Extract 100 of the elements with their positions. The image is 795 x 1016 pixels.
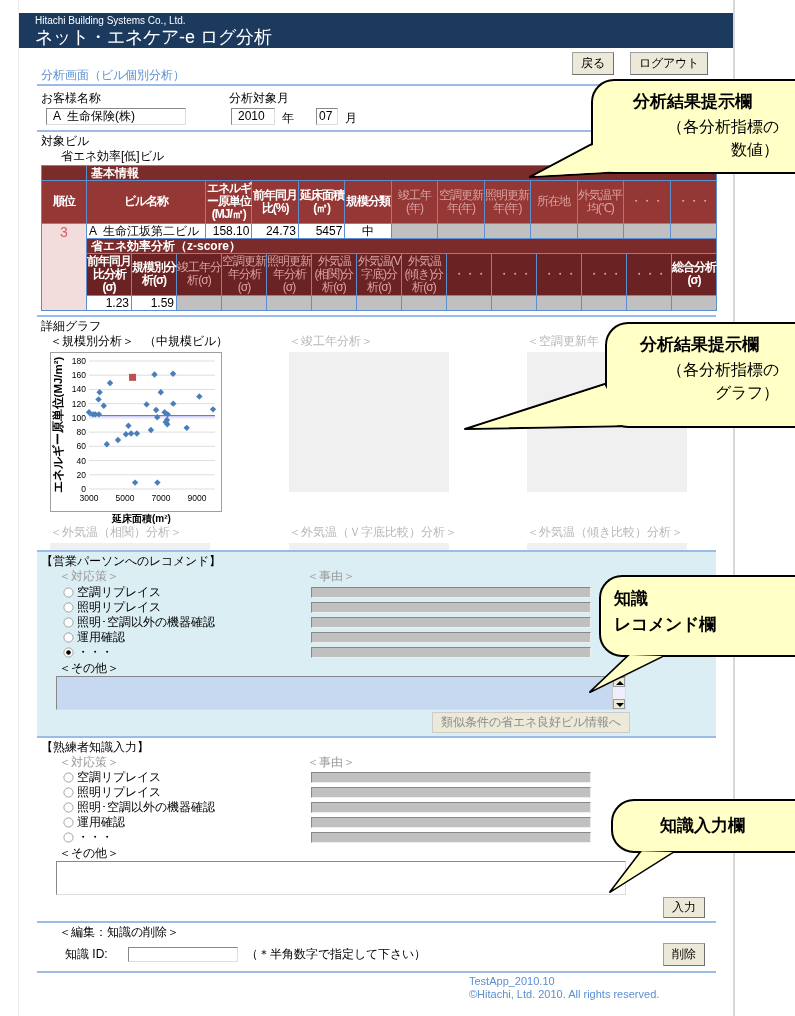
column-header: 外気温(傾き)分析(σ) [402, 253, 446, 296]
column-header: 外気温平均(℃) [577, 181, 624, 223]
column-header: ・・・ [447, 253, 491, 296]
panel-subtitle: （中規模ビル） [144, 334, 228, 349]
column-header: ・・・ [670, 181, 716, 223]
column-label: ＜事由＞ [307, 755, 355, 770]
table-cell: 1.59 [132, 296, 176, 311]
callout-title: 分析結果提示欄 [640, 334, 759, 357]
field-label: ＜その他＞ [58, 662, 119, 676]
page-heading: 分析画面（ビル個別分析） [40, 69, 185, 84]
column-header: 外気温(相関)分析(σ) [312, 253, 356, 296]
column-header: 所在地 [531, 181, 577, 223]
group-header: 省エネ効率分析（z-score） [87, 238, 716, 253]
option-label: ・・・ [77, 645, 113, 660]
column-label: ＜対応策＞ [59, 570, 119, 584]
axis-title: エネルギー原単位(MJ/m²) [52, 356, 64, 494]
column-label: ＜対応策＞ [59, 755, 119, 770]
column-header: 竣工年(年) [391, 181, 438, 223]
column-header: 順位 [42, 181, 86, 223]
table-cell: 中 [345, 223, 391, 238]
table-cell: A 生命江坂第二ビル [87, 223, 205, 238]
option-label: ・・・ [77, 831, 113, 845]
column-header: 空調更新年分析(σ) [222, 253, 266, 296]
tick-label: 80 [76, 427, 86, 437]
column-header: 前年同月比(%) [252, 181, 298, 223]
tick-label: 7000 [151, 492, 171, 503]
column-header: 照明更新年(年) [484, 181, 531, 223]
section-heading: ＜編集：知識の削除＞ [59, 926, 179, 940]
tick-label: 9000 [187, 492, 207, 503]
tick-label: 120 [71, 398, 86, 409]
panel-title: ＜空調更新年 [527, 334, 599, 349]
hint-text: （＊半角数字で指定して下さい） [245, 947, 427, 962]
field-label: 知識 ID: [65, 947, 108, 962]
callout-note: （各分析指標の [667, 117, 779, 137]
column-header: 規模分類 [345, 181, 391, 223]
tick-label: 3000 [79, 492, 99, 503]
tick-label: 5000 [115, 492, 135, 503]
option-label: 照明リプレイス [77, 600, 161, 615]
option-label: 照明･空調以外の機器確認 [77, 615, 215, 630]
column-header: ・・・ [537, 253, 581, 296]
panel-title: ＜外気温（Ｖ字底比較）分析＞ [289, 526, 457, 541]
field-label: ＜その他＞ [58, 847, 119, 862]
column-header: ・・・ [492, 253, 536, 296]
section-heading: 対象ビル [41, 135, 89, 150]
axis-title: 延床面積(m²) [112, 512, 171, 525]
callout-note: 数値） [731, 140, 779, 160]
column-header: ・・・ [624, 181, 670, 223]
tick-label: 100 [71, 412, 86, 423]
column-header: エネルギー原単位(MJ/㎡) [206, 181, 252, 223]
column-header: 外気温(V字底)分析(σ) [357, 253, 401, 296]
column-header: ・・・ [582, 253, 626, 296]
tick-label: 140 [71, 384, 86, 395]
panel-title: ＜外気温（相関）分析＞ [50, 526, 182, 541]
section-heading: 【熟練者知識入力】 [40, 740, 149, 755]
column-label: ＜事由＞ [307, 570, 355, 584]
tick-label: 40 [76, 455, 86, 466]
section-heading: 詳細グラフ [41, 320, 101, 334]
footer-text: ©Hitachi, Ltd. 2010. All rights reserved. [469, 988, 660, 1001]
option-label: 照明･空調以外の機器確認 [77, 801, 215, 815]
column-header: ・・・ [627, 253, 671, 296]
option-label: 空調リプレイス [77, 585, 161, 600]
panel-title: ＜外気温（傾き比較）分析＞ [527, 526, 683, 541]
rank-cell: 3 [42, 223, 86, 311]
table-cell: 158.10 [206, 223, 252, 238]
section-heading: 【営業パーソンへのレコメンド】 [40, 555, 221, 570]
tick-label: 0 [81, 483, 86, 494]
callout-note: グラフ） [715, 383, 779, 404]
column-header: 総合分析(σ) [672, 253, 716, 296]
tick-label: 160 [71, 370, 86, 381]
tick-label: 60 [76, 441, 86, 452]
field-label: お客様名称 [41, 91, 101, 106]
column-header: ビル名称 [87, 181, 205, 223]
table-cell: 24.73 [252, 223, 298, 238]
option-label: 運用確認 [77, 816, 125, 830]
column-header: 規模別分析(σ) [132, 253, 176, 296]
tick-label: 20 [76, 469, 86, 480]
column-header: 前年同月比分析(σ) [87, 253, 131, 296]
table-cell: 1.23 [87, 296, 131, 311]
callout-title: 知識入力欄 [660, 814, 745, 837]
callout-title: 知識 [614, 588, 648, 611]
column-header: 空調更新年(年) [438, 181, 484, 223]
unit-label: 月 [345, 111, 357, 126]
option-label: 運用確認 [77, 630, 125, 645]
callout-note: （各分析指標の [667, 360, 779, 381]
option-label: 空調リプレイス [77, 771, 161, 785]
option-label: 照明リプレイス [77, 786, 161, 800]
panel-title: ＜竣工年分析＞ [289, 334, 373, 349]
column-header: 延床面積(㎡) [298, 181, 345, 223]
table-cell: 5457 [298, 223, 345, 238]
app-title: ネット・エネケア-e ログ分析 [35, 26, 272, 47]
footer-text: TestApp_2010.10 [469, 975, 555, 988]
tick-label: 180 [71, 355, 86, 366]
callout-title: レコメンド欄 [614, 614, 716, 637]
column-header: 照明更新年分析(σ) [267, 253, 311, 296]
company-name: Hitachi Building Systems Co., Ltd. [35, 15, 186, 27]
column-header: 竣工年分析(σ) [177, 253, 221, 296]
field-label: 分析対象月 [229, 91, 289, 106]
callout-title: 分析結果提示欄 [633, 91, 752, 113]
section-subheading: 省エネ効率[低]ビル [61, 150, 164, 164]
unit-label: 年 [282, 111, 294, 126]
